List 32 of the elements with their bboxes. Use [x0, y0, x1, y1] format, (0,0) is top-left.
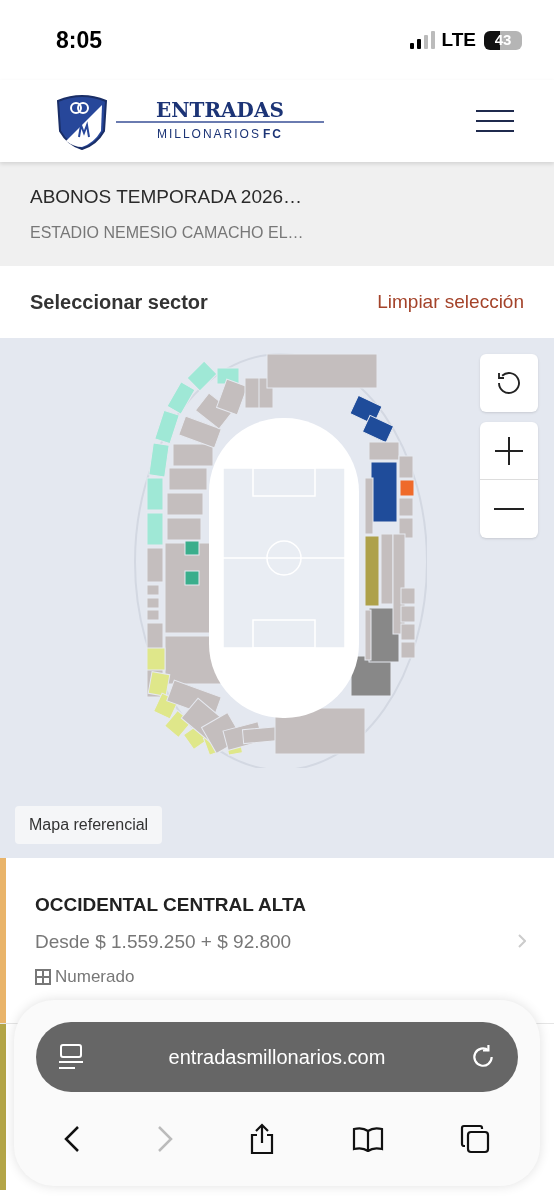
- tabs-button[interactable]: [460, 1124, 490, 1154]
- section-heading: Seleccionar sector: [30, 290, 208, 315]
- signal-icon: [409, 31, 436, 49]
- menu-button[interactable]: [476, 110, 514, 132]
- reset-view-button[interactable]: [480, 354, 538, 412]
- tabs-icon: [460, 1124, 490, 1154]
- grid-icon: [35, 969, 51, 985]
- forward-icon: [156, 1126, 173, 1152]
- address-bar[interactable]: entradasmillonarios.com: [36, 1022, 518, 1092]
- reload-icon: [470, 1044, 496, 1070]
- reader-icon: [58, 1043, 84, 1071]
- brand-title: ENTRADAS: [116, 99, 324, 123]
- status-time: 8:05: [56, 25, 103, 55]
- plus-icon: [494, 435, 524, 466]
- back-button[interactable]: [64, 1126, 80, 1152]
- brand-subtitle: MILLONARIOS FC: [156, 126, 283, 143]
- bookmarks-button[interactable]: [351, 1126, 384, 1152]
- chevron-right-icon: [518, 933, 526, 948]
- sector-price: Desde $ 1.559.250 + $ 92.800: [35, 929, 293, 954]
- book-icon: [351, 1126, 384, 1152]
- url-text: entradasmillonarios.com: [168, 1045, 386, 1070]
- seating-type: Numerado: [55, 966, 135, 989]
- share-icon: [249, 1123, 275, 1155]
- minus-icon: [494, 507, 524, 511]
- clear-selection-link[interactable]: Limpiar selección: [377, 287, 524, 317]
- share-button[interactable]: [249, 1123, 275, 1155]
- back-icon: [64, 1126, 80, 1152]
- network-label: LTE: [441, 27, 476, 52]
- map-caption: Mapa referencial: [15, 806, 163, 844]
- sector-name: OCCIDENTAL CENTRAL ALTA: [35, 893, 307, 918]
- event-venue: ESTADIO NEMESIO CAMACHO EL…: [30, 223, 305, 244]
- event-title: ABONOS TEMPORADA 2026…: [30, 184, 304, 209]
